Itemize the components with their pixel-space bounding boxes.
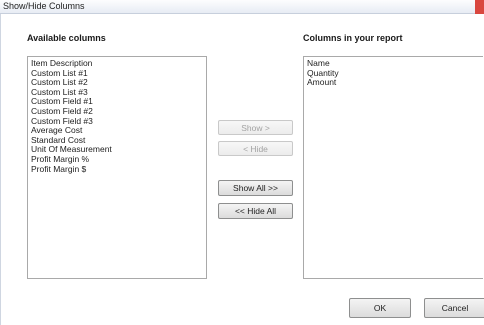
available-columns-list[interactable]: Item Description Custom List #1 Custom L… xyxy=(27,56,207,279)
available-columns-heading: Available columns xyxy=(27,33,106,43)
show-button[interactable]: Show > xyxy=(218,120,293,135)
list-item[interactable]: Amount xyxy=(307,78,480,88)
hide-button[interactable]: < Hide xyxy=(218,141,293,156)
title-bar: Show/Hide Columns xyxy=(0,0,484,14)
close-icon[interactable] xyxy=(475,0,484,14)
show-all-button[interactable]: Show All >> xyxy=(218,180,293,196)
window-title: Show/Hide Columns xyxy=(3,1,85,11)
window-border xyxy=(0,14,1,325)
report-columns-heading: Columns in your report xyxy=(303,33,403,43)
cancel-button[interactable]: Cancel xyxy=(424,298,484,318)
report-columns-list[interactable]: Name Quantity Amount xyxy=(303,56,483,279)
hide-all-button[interactable]: << Hide All xyxy=(218,203,293,219)
ok-button[interactable]: OK xyxy=(349,298,411,318)
list-item[interactable]: Profit Margin $ xyxy=(31,164,203,175)
